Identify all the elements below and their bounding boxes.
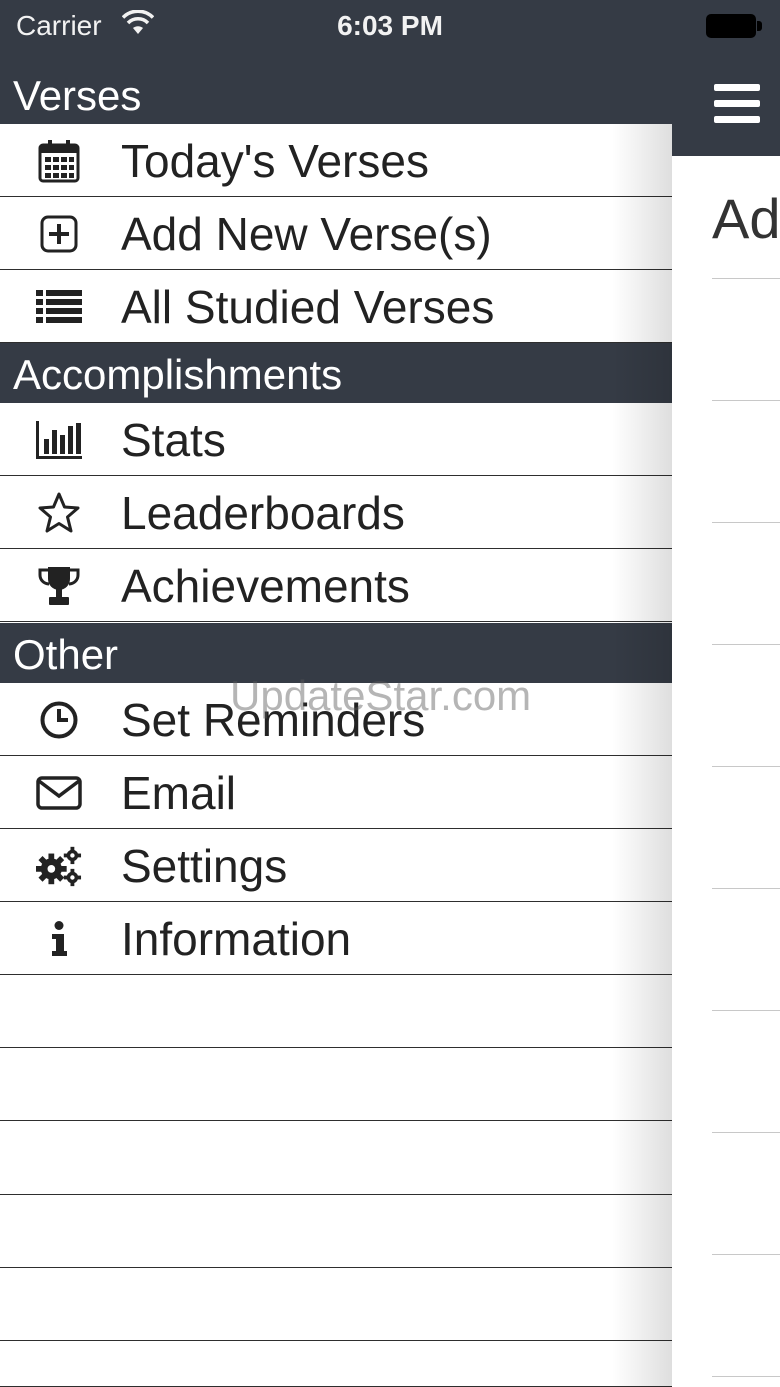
menu-item-label: Achievements: [121, 560, 410, 612]
main-divider: [712, 522, 780, 523]
menu-item-label: Leaderboards: [121, 487, 405, 539]
menu-item-label: Stats: [121, 414, 226, 466]
hamburger-menu-icon[interactable]: [714, 84, 762, 124]
bar-chart-icon: [36, 417, 82, 463]
empty-list-row: [0, 1195, 672, 1268]
empty-list-row: [0, 1048, 672, 1121]
menu-item-information[interactable]: Information: [0, 902, 672, 975]
main-divider: [712, 1376, 780, 1377]
section-header-accomplishments: Accomplishments: [0, 343, 672, 403]
menu-item-email[interactable]: Email: [0, 756, 672, 829]
main-divider: [712, 888, 780, 889]
empty-list-row: [0, 1314, 672, 1387]
main-divider: [712, 1010, 780, 1011]
main-page-title: Ad: [712, 187, 780, 250]
menu-item-label: Today's Verses: [121, 135, 429, 187]
menu-item-settings[interactable]: Settings: [0, 829, 672, 902]
gears-icon: [36, 843, 82, 889]
section-header-verses: Verses: [0, 56, 672, 124]
trophy-icon: [36, 563, 82, 609]
main-divider: [712, 644, 780, 645]
menu-item-achievements[interactable]: Achievements: [0, 549, 672, 622]
empty-list-row: [0, 1122, 672, 1195]
main-divider: [712, 278, 780, 279]
battery-icon: [706, 14, 762, 38]
menu-item-set-reminders[interactable]: Set Reminders: [0, 683, 672, 756]
clock-label: 6:03 PM: [337, 10, 443, 41]
empty-list-row: [0, 975, 672, 1048]
main-divider: [712, 1132, 780, 1133]
main-panel: Ad: [672, 56, 780, 1387]
menu-item-label: Information: [121, 913, 352, 965]
main-nav-bar: [672, 56, 780, 156]
menu-item-label: Add New Verse(s): [121, 208, 492, 260]
menu-item-stats[interactable]: Stats: [0, 403, 672, 476]
status-bar: Carrier 6:03 PM: [0, 0, 780, 56]
main-divider: [712, 766, 780, 767]
envelope-icon: [36, 770, 82, 816]
menu-item-add-new-verses[interactable]: Add New Verse(s): [0, 197, 672, 270]
menu-item-label: All Studied Verses: [121, 281, 495, 333]
info-icon: [36, 916, 82, 962]
calendar-icon: [36, 138, 82, 184]
list-icon: [36, 284, 82, 330]
star-icon: [36, 490, 82, 536]
menu-item-leaderboards[interactable]: Leaderboards: [0, 476, 672, 549]
menu-item-todays-verses[interactable]: Today's Verses: [0, 124, 672, 197]
section-header-other: Other: [0, 623, 672, 683]
menu-item-label: Set Reminders: [121, 694, 426, 746]
plus-square-icon: [36, 211, 82, 257]
menu-item-label: Settings: [121, 840, 288, 892]
clock-icon: [36, 697, 82, 743]
main-divider: [712, 400, 780, 401]
side-drawer: Verses Today's Verses Add New Verse(s) A…: [0, 56, 672, 1387]
main-divider: [712, 1254, 780, 1255]
menu-item-all-studied-verses[interactable]: All Studied Verses: [0, 270, 672, 343]
menu-item-label: Email: [121, 767, 237, 819]
